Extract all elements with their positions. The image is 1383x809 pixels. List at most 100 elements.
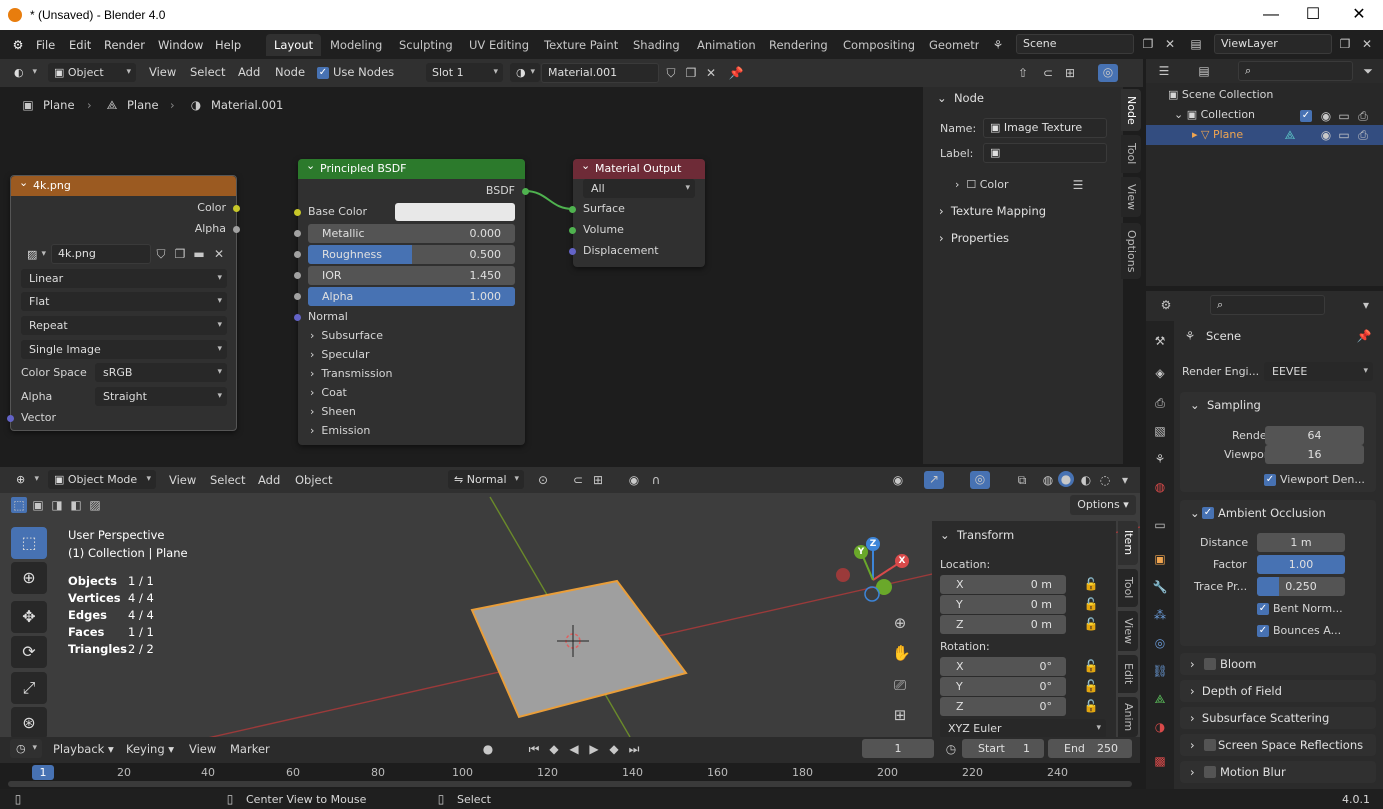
outliner-search-input[interactable]: ⌕ [1238,61,1353,81]
scene-tab-icon[interactable]: ⚘ [1152,451,1168,467]
extension-dropdown[interactable]: Repeat ▾ [21,316,227,335]
sidebar-tab-options[interactable]: Options [1121,223,1141,279]
properties-options-icon[interactable]: ▾ [1358,297,1374,313]
new-scene-icon[interactable]: ❐ [1140,36,1156,52]
lock-rotation-y-icon[interactable]: 🔓 [1083,678,1099,694]
visibility-icon[interactable]: ◉ [890,472,906,488]
plane-render-icon[interactable]: ⎙ [1355,127,1371,143]
material-name-field[interactable]: Material.001 [541,63,659,83]
playhead[interactable]: 1 [32,765,54,780]
node-menu-node[interactable]: Node [275,65,305,79]
duplicate-material-icon[interactable]: ❐ [683,65,699,81]
shading-options-icon[interactable]: ▾ [1117,472,1133,488]
start-frame-field[interactable]: Start 1 [962,739,1044,758]
lock-rotation-x-icon[interactable]: 🔓 [1083,658,1099,674]
object-type-selector[interactable]: ▣ Object ▾ [48,63,136,82]
rotation-z-field[interactable]: Z 0° [940,697,1066,716]
roughness-socket[interactable] [294,251,301,258]
color-presets-icon[interactable]: ☰ [1070,177,1086,193]
unlink-material-icon[interactable]: ✕ [703,65,719,81]
vector-input-socket[interactable] [7,415,14,422]
object-tab-icon[interactable]: ▣ [1152,551,1168,567]
lock-location-z-icon[interactable]: 🔓 [1083,616,1099,632]
view-layer-tab-icon[interactable]: ▧ [1152,423,1168,439]
image-open-icon[interactable]: ▬ [191,246,207,262]
parent-node-tree-icon[interactable]: ⇧ [1015,65,1031,81]
bounces-checkbox[interactable]: ✓ [1257,625,1269,637]
modifier-tab-icon[interactable]: 🔧 [1152,579,1168,595]
snap-toggle-icon[interactable]: ⊂ [570,472,586,488]
gizmo-toggle-icon[interactable]: ↗ [924,471,944,489]
jump-next-keyframe-icon[interactable]: ◆ [606,741,622,757]
rotate-tool[interactable]: ⟳ [11,636,47,668]
output-tab-icon[interactable]: ⎙ [1152,395,1168,411]
maximize-button[interactable]: ☐ [1302,4,1324,26]
gizmo-y-axis[interactable]: Y [854,545,868,559]
render-engine-dropdown[interactable]: EEVEE ▾ [1264,362,1373,381]
tab-uv-editing[interactable]: UV Editing [461,34,537,56]
plane-visibility-icon[interactable]: ◉ [1318,127,1334,143]
scene-selector[interactable]: Scene [1016,34,1134,54]
preview-range-icon[interactable]: ◷ [943,741,959,757]
dof-panel[interactable]: › Depth of Field [1180,680,1376,702]
source-dropdown[interactable]: Single Image ▾ [21,340,227,359]
viewport-menu-add[interactable]: Add [258,473,280,487]
image-unlink-icon[interactable]: ✕ [211,246,227,262]
timeline-menu-view[interactable]: View [189,742,216,756]
zoom-icon[interactable]: ⊕ [892,615,908,631]
falloff-icon[interactable]: ∩ [648,472,664,488]
rendered-shading-icon[interactable]: ◌ [1097,472,1113,488]
end-frame-field[interactable]: End 250 [1048,739,1132,758]
base-color-swatch[interactable] [395,203,515,221]
ao-checkbox[interactable]: ✓ [1202,507,1214,519]
move-tool[interactable]: ✥ [11,601,47,633]
world-tab-icon[interactable]: ◍ [1152,479,1168,495]
panel-sheen[interactable]: › Sheen [310,405,356,418]
object-mode-selector[interactable]: ▣ Object Mode ▾ [48,470,156,489]
outliner-plane-row[interactable]: ▸ ▽ Plane ⟁ ◉ ▭ ⎙ [1146,125,1383,145]
principled-bsdf-node[interactable]: Principled BSDF BSDF Base Color Metallic… [294,156,529,445]
alpha-socket[interactable] [294,293,301,300]
camera-view-icon[interactable]: ⎚ [892,677,908,693]
delete-view-layer-icon[interactable]: ✕ [1359,36,1375,52]
select-tool[interactable]: ⬚ [11,527,47,559]
properties-search-input[interactable]: ⌕ [1210,295,1325,315]
jump-end-icon[interactable]: ⏭ [626,741,642,757]
viewport-menu-select[interactable]: Select [210,473,245,487]
image-browse-icon[interactable]: ▨ ▾ [21,245,51,264]
menu-render[interactable]: Render [104,38,145,52]
scene-icon[interactable]: ⚘ [990,37,1006,53]
plane-viewport-icon[interactable]: ▭ [1336,127,1352,143]
node-menu-select[interactable]: Select [190,65,225,79]
lock-rotation-z-icon[interactable]: 🔓 [1083,698,1099,714]
image-texture-node-header[interactable]: 4k.png [11,173,236,196]
viewport-menu-view[interactable]: View [169,473,196,487]
ior-socket[interactable] [294,272,301,279]
pivot-point-icon[interactable]: ⊙ [535,472,551,488]
metallic-slider[interactable]: Metallic 0.000 [308,224,515,243]
ao-trace-slider[interactable]: 0.250 [1257,577,1345,596]
overlays-icon[interactable]: ◎ [1098,64,1118,82]
jump-prev-keyframe-icon[interactable]: ◆ [546,741,562,757]
physics-tab-icon[interactable]: ◎ [1152,635,1168,651]
play-reverse-icon[interactable]: ◀ [566,741,582,757]
bloom-panel[interactable]: › Bloom [1180,653,1376,675]
viewport-tab-anim[interactable]: Anim [1118,697,1138,737]
tab-animation[interactable]: Animation [689,34,764,56]
color-output-socket[interactable] [233,205,240,212]
menu-edit[interactable]: Edit [69,38,91,52]
ssr-checkbox[interactable] [1204,739,1216,751]
solid-shading-icon[interactable]: ● [1058,471,1074,487]
gizmo-z-axis[interactable]: Z [866,537,880,551]
normal-socket[interactable] [294,314,301,321]
motion-blur-panel[interactable]: › Motion Blur [1180,761,1376,783]
rotation-y-field[interactable]: Y 0° [940,677,1066,696]
panel-transmission[interactable]: › Transmission [310,367,392,380]
material-shading-icon[interactable]: ◐ [1078,472,1094,488]
timeline-ruler[interactable]: 1 20 40 60 80 100 120 140 160 180 200 22… [0,763,1140,789]
material-browse-icon[interactable]: ◑ ▾ [510,63,540,82]
image-duplicate-icon[interactable]: ❐ [172,246,188,262]
node-name-field[interactable]: ▣ Image Texture [983,118,1107,138]
viewport-editor-type-selector[interactable]: ⊕ ▾ [10,470,44,489]
minimize-button[interactable]: — [1260,4,1282,26]
